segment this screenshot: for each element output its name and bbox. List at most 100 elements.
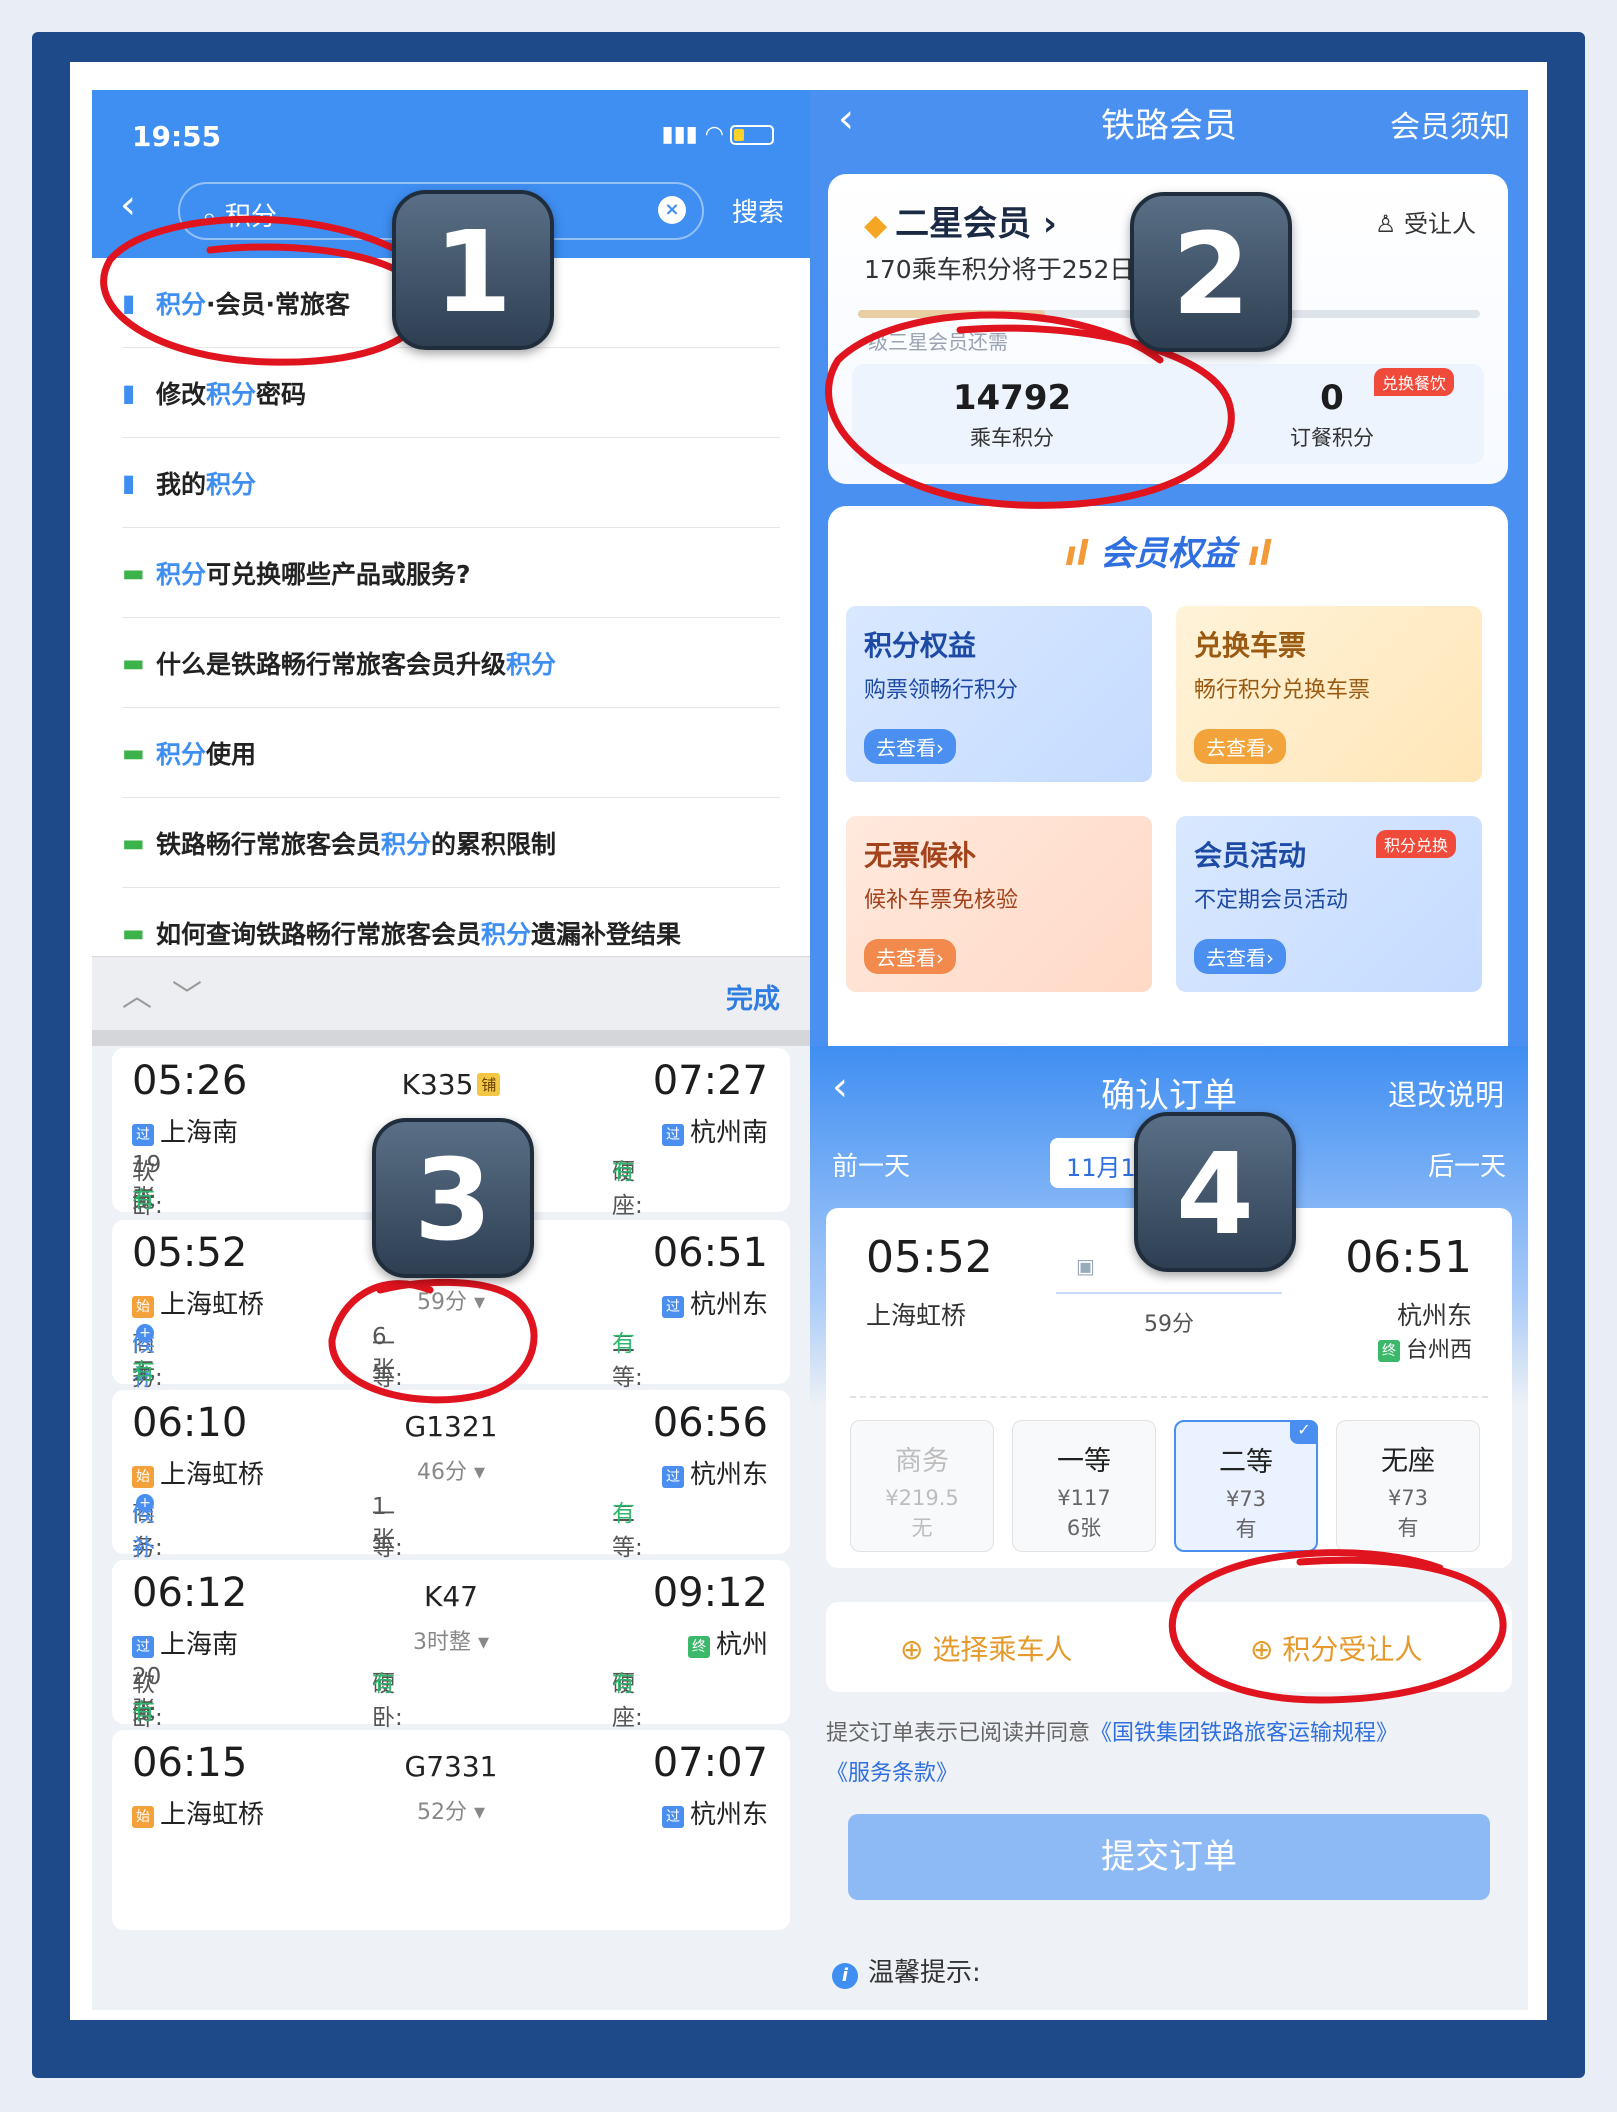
train-card[interactable]: 06:12 09:12 过上海南终杭州 K47 3时整 ▾ 软卧: 20张 硬卧: 有硬座:… <box>112 1560 790 1759</box>
result-text-hl: 积分 <box>156 289 207 319</box>
points-box: 14792 乘车积分 0 订餐积分 兑换餐饮 <box>852 364 1484 464</box>
train-duration: 3时整 ▾ <box>412 1630 490 1655</box>
member-level[interactable]: ◆ 二星会员 › <box>864 196 1057 245</box>
done-button[interactable]: 完成 <box>726 977 780 1016</box>
chevron-down-icon[interactable]: ﹀ <box>172 971 202 1015</box>
expire-text: 170乘车积分将于252日 <box>864 255 1135 284</box>
chat-icon: ▬ <box>122 918 145 947</box>
back-icon[interactable]: ‹ <box>120 182 136 228</box>
step-badge: 3 <box>372 1118 534 1278</box>
rights-card-exchange[interactable]: 兑换车票 畅行积分兑换车票 去查看› <box>1176 606 1482 782</box>
submit-order-button[interactable]: 提交订单 <box>848 1814 1490 1900</box>
search-icon: ⌕ <box>202 202 225 232</box>
train-duration: 52分 ▾ <box>416 1800 486 1825</box>
view-button[interactable]: 去查看› <box>1194 729 1286 764</box>
seat-second[interactable]: 二等 ¥73 有 ✓ <box>1174 1420 1318 1552</box>
search-button[interactable]: 搜索 <box>732 192 784 229</box>
to-station: 过杭州南 <box>661 1112 768 1149</box>
seat-row: 商务: 候补 + 一等: 6张 二等: 有 <box>132 1324 643 1391</box>
search-result-item[interactable]: ▬ 什么是铁路畅行常旅客会员升级 积分 <box>122 618 780 708</box>
transferee-link[interactable]: ♙ 受让人 <box>1375 204 1476 239</box>
train-number: K335 铺 <box>112 1068 790 1101</box>
result-text-post: 使用 <box>206 739 257 769</box>
divider <box>850 1396 1488 1398</box>
member-notice-link[interactable]: 会员须知 <box>1390 102 1510 146</box>
add-icon: + <box>136 1494 154 1512</box>
route-line <box>1056 1292 1282 1294</box>
seat-row: 无座: 有 <box>132 1359 163 1419</box>
chat-icon: ▬ <box>122 558 145 587</box>
chat-icon: ▬ <box>122 648 145 677</box>
result-text-hl: 积分 <box>156 559 207 589</box>
battery-icon <box>730 125 774 145</box>
search-result-item[interactable]: ▮ 修改 积分 密码 <box>122 348 780 438</box>
step-badge: 1 <box>392 190 554 350</box>
result-text-pre: 什么是铁路畅行常旅客会员升级 <box>156 649 507 679</box>
result-text-hl: 积分 <box>481 919 532 949</box>
view-button[interactable]: 去查看› <box>1194 939 1286 974</box>
rights-card-waitlist[interactable]: 无票候补 候补车票免核验 去查看› <box>846 816 1152 992</box>
bars-icon: ıl <box>1236 534 1272 574</box>
dep-time: 05:52 <box>866 1232 993 1283</box>
person-icon: ♙ <box>1374 210 1404 238</box>
result-text-pre: 如何查询铁路畅行常旅客会员 <box>156 919 482 949</box>
train-number: G1321 <box>404 1410 498 1443</box>
select-passenger-button[interactable]: ⊕ 选择乘车人 <box>900 1628 1072 1668</box>
clear-icon[interactable]: × <box>658 196 686 224</box>
seat-first[interactable]: 一等 ¥117 6张 <box>1012 1420 1156 1552</box>
next-day-button[interactable]: 后一天 <box>1428 1146 1506 1183</box>
tips: i 温馨提示: <box>832 1952 981 1989</box>
result-text-pre: 铁路畅行常旅客会员 <box>156 829 382 859</box>
activity-tag: 积分兑换 <box>1375 830 1456 858</box>
result-text-hl: 积分 <box>206 379 257 409</box>
rights-card-activity[interactable]: 会员活动 不定期会员活动 去查看› 积分兑换 <box>1176 816 1482 992</box>
diamond-icon: ◆ <box>864 208 888 243</box>
rules-link[interactable]: 《国铁集团铁路旅客运输规程》 <box>1090 1721 1398 1746</box>
result-text-post: ·会员·常旅客 <box>206 289 351 319</box>
view-button[interactable]: 去查看› <box>864 939 956 974</box>
book-icon: ▮ <box>122 468 136 497</box>
info-icon: i <box>832 1963 858 1989</box>
train-badge: 铺 <box>477 1073 501 1096</box>
search-result-item[interactable]: ▮ 我的 积分 <box>122 438 780 528</box>
view-button[interactable]: 去查看› <box>864 729 956 764</box>
result-text-pre: 我的 <box>156 469 207 499</box>
train-card[interactable]: 06:15 07:07 始上海虹桥过杭州东 G7331 52分 ▾ <box>112 1730 790 1930</box>
passenger-box: ⊕ 选择乘车人 ⊕ 积分受让人 <box>826 1602 1512 1692</box>
prev-day-button[interactable]: 前一天 <box>832 1146 910 1183</box>
check-icon: ✓ <box>1290 1420 1318 1444</box>
ride-points-value[interactable]: 14792 <box>862 378 1162 418</box>
terms-link[interactable]: 《服务条款》 <box>826 1761 958 1786</box>
result-text-hl: 积分 <box>381 829 432 859</box>
seat-no-seat[interactable]: 无座 ¥73 有 <box>1336 1420 1480 1552</box>
train-duration: 46分 ▾ <box>416 1460 486 1485</box>
result-text-hl: 积分 <box>206 469 257 499</box>
result-text-hl: 积分 <box>506 649 557 679</box>
refund-link[interactable]: 退改说明 <box>1388 1072 1504 1114</box>
keyboard-area <box>92 1030 810 1046</box>
chevron-up-icon[interactable]: ︿ <box>122 971 152 1015</box>
seat-row: 无座: 有 <box>132 1699 163 1759</box>
result-text-pre: 修改 <box>156 379 207 409</box>
chat-icon: ▬ <box>122 828 145 857</box>
train-number: K47 <box>424 1580 478 1613</box>
id-card-icon: ▣ <box>1076 1254 1095 1278</box>
search-result-item[interactable]: ▬ 铁路畅行常旅客会员 积分 的累积限制 <box>122 798 780 888</box>
step-badge: 4 <box>1134 1112 1296 1272</box>
from-station: 过上海南 <box>132 1112 238 1149</box>
search-result-item[interactable]: ▬ 积分 可兑换哪些产品或服务? <box>122 528 780 618</box>
duration: 59分 <box>1144 1312 1194 1337</box>
seat-business[interactable]: 商务 ¥219.5 无 <box>850 1420 994 1552</box>
search-result-item[interactable]: ▬ 积分 使用 <box>122 708 780 798</box>
points-transferee-button[interactable]: ⊕ 积分受让人 <box>1250 1628 1422 1668</box>
meal-points-label: 订餐积分 <box>1290 426 1374 450</box>
result-text-post: 的累积限制 <box>431 829 557 859</box>
train-card[interactable]: 06:10 06:56 始上海虹桥过杭州东 G1321 46分 ▾ 商务: 候补 + 一等: … <box>112 1390 790 1561</box>
result-text-post: 可兑换哪些产品或服务? <box>206 559 471 589</box>
meal-badge: 兑换餐饮 <box>1374 368 1455 396</box>
train-duration: 59分 ▾ <box>416 1290 486 1315</box>
result-text-post: 遗漏补登结果 <box>531 919 682 949</box>
rights-card-points[interactable]: 积分权益 购票领畅行积分 去查看› <box>846 606 1152 782</box>
add-icon: + <box>136 1324 154 1342</box>
member-rights: ıl 会员权益 ıl 积分权益 购票领畅行积分 去查看› 兑换车票 畅行积分兑换车票去… <box>828 506 1508 1046</box>
